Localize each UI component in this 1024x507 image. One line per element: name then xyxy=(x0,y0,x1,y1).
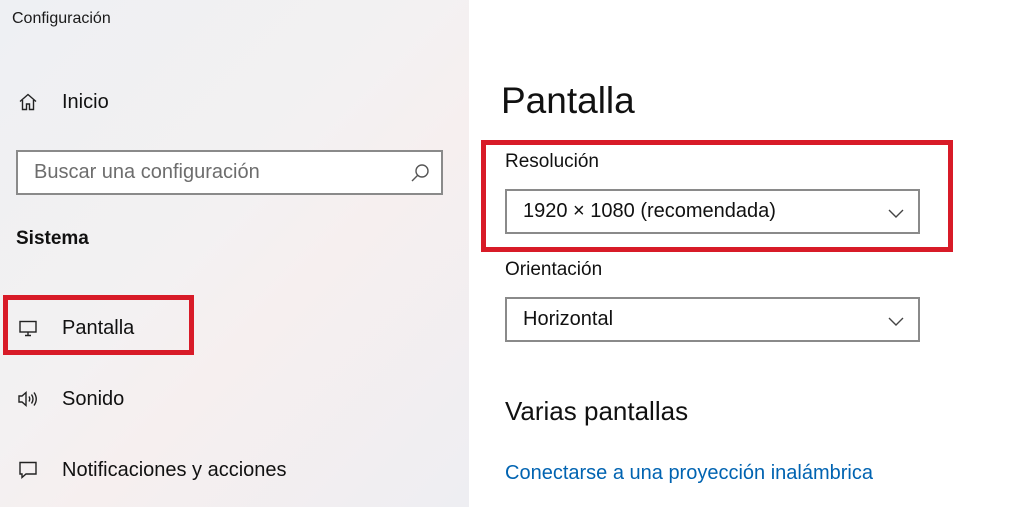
sidebar-item-label: Inicio xyxy=(62,90,109,113)
notification-icon xyxy=(16,458,40,482)
sidebar-item-label: Sonido xyxy=(62,387,125,410)
sidebar: Configuración Inicio Buscar una configur… xyxy=(0,0,469,507)
section-label: Sistema xyxy=(16,228,89,249)
orientation-label: Orientación xyxy=(505,259,603,280)
chevron-down-icon xyxy=(886,311,906,331)
search-placeholder: Buscar una configuración xyxy=(34,161,260,183)
highlight-box-display xyxy=(3,295,194,355)
orientation-value: Horizontal xyxy=(523,308,614,330)
main-content: Pantalla Resolución 1920 × 1080 (recomen… xyxy=(469,0,1024,507)
speaker-icon xyxy=(16,387,40,411)
highlight-box-resolution xyxy=(481,140,953,252)
search-input[interactable]: Buscar una configuración xyxy=(16,150,443,195)
multiple-displays-heading: Varias pantallas xyxy=(505,396,689,426)
page-title: Pantalla xyxy=(501,80,635,121)
home-icon xyxy=(16,90,40,114)
orientation-dropdown[interactable]: Horizontal xyxy=(505,297,920,342)
wireless-display-link[interactable]: Conectarse a una proyección inalámbrica xyxy=(505,462,873,485)
app-title: Configuración xyxy=(12,10,111,27)
search-icon[interactable] xyxy=(409,162,431,184)
sidebar-item-label: Notificaciones y acciones xyxy=(62,458,287,481)
